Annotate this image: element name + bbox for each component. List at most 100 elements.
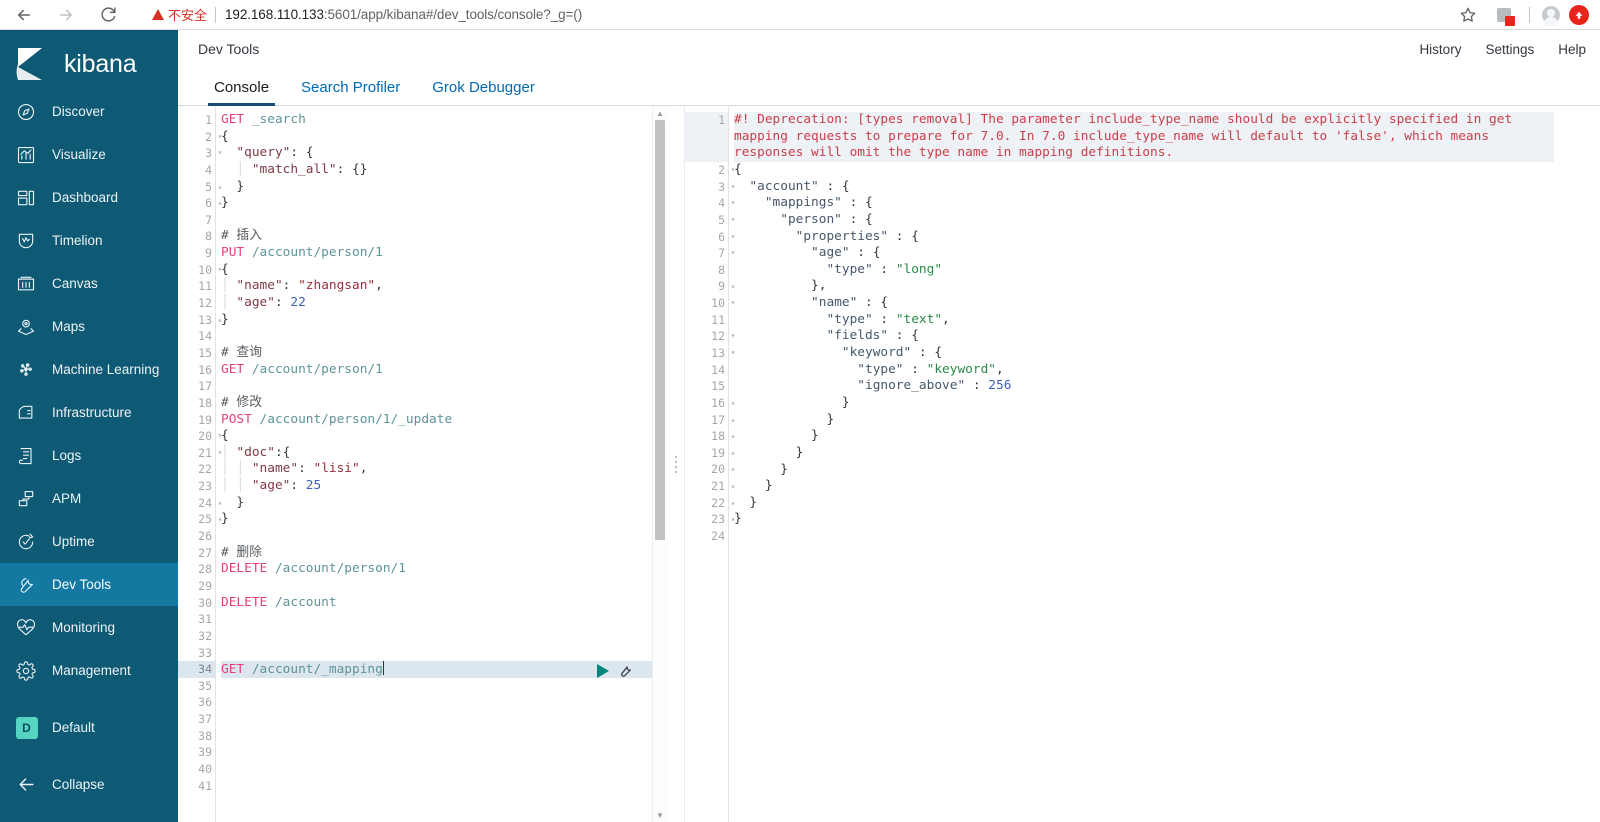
tab-search-profiler[interactable]: Search Profiler bbox=[285, 79, 416, 105]
code-line[interactable]: } bbox=[221, 495, 667, 512]
sidebar-item-logs[interactable]: Logs bbox=[0, 434, 178, 477]
editor-content[interactable]: GET _search{ "query": { │ "match_all": {… bbox=[216, 106, 667, 822]
code-line[interactable]: DELETE /account/person/1 bbox=[221, 561, 667, 578]
code-line[interactable] bbox=[221, 528, 667, 545]
code-line[interactable]: } bbox=[734, 445, 1600, 462]
code-line[interactable]: } bbox=[221, 312, 667, 329]
code-line[interactable] bbox=[221, 378, 667, 395]
response-viewer[interactable]: 1 2 ▾ 3 ▾ 4 ▾ 5 ▾ 6 ▾ 7 ▾ 8 9 ▴ 10 ▾ 11 12 ▾ 13 ▾ 14 15 16 ▴ 17 ▴ 18 ▴… bbox=[685, 106, 1600, 822]
back-arrow-icon[interactable] bbox=[10, 1, 38, 29]
sidebar-item-maps[interactable]: Maps bbox=[0, 305, 178, 348]
code-line[interactable]: # 插入 bbox=[221, 228, 667, 245]
sidebar-item-machine-learning[interactable]: Machine Learning bbox=[0, 348, 178, 391]
code-line[interactable]: "ignore_above" : 256 bbox=[734, 378, 1600, 395]
code-line[interactable]: } bbox=[734, 478, 1600, 495]
code-line[interactable]: GET _search bbox=[221, 112, 667, 129]
code-line[interactable]: } bbox=[221, 179, 667, 196]
code-line[interactable]: DELETE /account bbox=[221, 595, 667, 612]
code-line[interactable]: │ "match_all": {} bbox=[221, 162, 667, 179]
sidebar-item-timelion[interactable]: Timelion bbox=[0, 219, 178, 262]
sidebar-item-infrastructure[interactable]: Infrastructure bbox=[0, 391, 178, 434]
insecure-warning[interactable]: 不安全 bbox=[152, 5, 215, 24]
header-link-history[interactable]: History bbox=[1419, 42, 1461, 57]
code-line[interactable] bbox=[221, 744, 667, 761]
code-line[interactable]: } bbox=[734, 511, 1600, 528]
code-line[interactable]: # 修改 bbox=[221, 395, 667, 412]
code-line[interactable] bbox=[221, 694, 667, 711]
output-content[interactable]: #! Deprecation: [types removal] The para… bbox=[729, 106, 1600, 822]
code-line[interactable]: "keyword" : { bbox=[734, 345, 1600, 362]
code-line[interactable]: "type" : "keyword", bbox=[734, 362, 1600, 379]
code-line[interactable]: { bbox=[221, 428, 667, 445]
sidebar-item-dashboard[interactable]: Dashboard bbox=[0, 176, 178, 219]
code-line[interactable] bbox=[221, 678, 667, 695]
play-icon[interactable] bbox=[597, 663, 609, 678]
request-editor[interactable]: 1 2 ▾ 3 ▾ 4 5 ▴ 6 ▴ 7 8 9 10 ▾ 11 12 13 ▴ 14 15 16 17 18 19 20 ▾ 21… bbox=[178, 106, 667, 822]
code-line[interactable]: "name" : { bbox=[734, 295, 1600, 312]
code-line[interactable] bbox=[221, 628, 667, 645]
code-line[interactable] bbox=[221, 645, 667, 662]
code-line[interactable]: "type" : "long" bbox=[734, 262, 1600, 279]
code-line[interactable]: { bbox=[734, 162, 1600, 179]
kibana-logo[interactable]: kibana bbox=[0, 38, 178, 90]
code-line[interactable]: }, bbox=[734, 278, 1600, 295]
code-line[interactable]: { bbox=[221, 262, 667, 279]
code-line[interactable] bbox=[221, 761, 667, 778]
code-line[interactable]: POST /account/person/1/_update bbox=[221, 412, 667, 429]
code-line[interactable]: │ │ "name": "lisi", bbox=[221, 461, 667, 478]
sidebar-item-canvas[interactable]: Canvas bbox=[0, 262, 178, 305]
code-line[interactable] bbox=[734, 528, 1600, 545]
code-line[interactable]: } bbox=[221, 195, 667, 212]
sidebar-collapse-button[interactable]: Collapse bbox=[0, 763, 178, 806]
sidebar-item-dev-tools[interactable]: Dev Tools bbox=[0, 563, 178, 606]
code-line[interactable]: # 删除 bbox=[221, 545, 667, 562]
puzzle-icon[interactable] bbox=[1491, 2, 1517, 28]
avatar-icon[interactable] bbox=[1538, 2, 1564, 28]
code-line[interactable]: "account" : { bbox=[734, 179, 1600, 196]
code-line[interactable]: "mappings" : { bbox=[734, 195, 1600, 212]
code-line[interactable]: │ "doc":{ bbox=[221, 445, 667, 462]
forward-arrow-icon[interactable] bbox=[52, 1, 80, 29]
code-line[interactable]: GET /account/person/1 bbox=[221, 362, 667, 379]
code-line[interactable]: PUT /account/person/1 bbox=[221, 245, 667, 262]
code-line[interactable]: } bbox=[734, 462, 1600, 479]
code-line[interactable] bbox=[221, 328, 667, 345]
code-line[interactable]: } bbox=[734, 428, 1600, 445]
code-line[interactable] bbox=[221, 611, 667, 628]
reload-icon[interactable] bbox=[94, 1, 122, 29]
sidebar-item-discover[interactable]: Discover bbox=[0, 90, 178, 133]
code-line[interactable]: # 查询 bbox=[221, 345, 667, 362]
code-line[interactable] bbox=[221, 778, 667, 795]
code-line[interactable]: } bbox=[221, 511, 667, 528]
sidebar-item-apm[interactable]: APM bbox=[0, 477, 178, 520]
code-line[interactable]: } bbox=[734, 412, 1600, 429]
scroll-down-icon[interactable]: ▼ bbox=[653, 808, 667, 822]
code-line[interactable]: "properties" : { bbox=[734, 229, 1600, 246]
tab-console[interactable]: Console bbox=[198, 79, 285, 106]
editor-scrollbar[interactable]: ▲ ▼ bbox=[652, 106, 667, 822]
tab-grok-debugger[interactable]: Grok Debugger bbox=[416, 79, 551, 105]
scroll-up-icon[interactable]: ▲ bbox=[653, 106, 667, 120]
header-link-settings[interactable]: Settings bbox=[1485, 42, 1534, 57]
code-line[interactable] bbox=[221, 212, 667, 229]
star-icon[interactable] bbox=[1455, 2, 1481, 28]
code-line[interactable]: │ │ "age": 25 bbox=[221, 478, 667, 495]
code-line[interactable]: "query": { bbox=[221, 145, 667, 162]
sidebar-item-visualize[interactable]: Visualize bbox=[0, 133, 178, 176]
panel-splitter[interactable] bbox=[667, 106, 685, 822]
code-line[interactable]: } bbox=[734, 495, 1600, 512]
code-line[interactable]: "person" : { bbox=[734, 212, 1600, 229]
sidebar-item-default-space[interactable]: D Default bbox=[0, 706, 178, 749]
code-line[interactable]: │ "age": 22 bbox=[221, 295, 667, 312]
sidebar-item-management[interactable]: Management bbox=[0, 649, 178, 692]
sidebar-item-monitoring[interactable]: Monitoring bbox=[0, 606, 178, 649]
code-line[interactable]: │ "name": "zhangsan", bbox=[221, 278, 667, 295]
address-bar[interactable]: 不安全 192.168.110.133:5601/app/kibana#/dev… bbox=[140, 2, 1447, 27]
code-line[interactable]: "type" : "text", bbox=[734, 312, 1600, 329]
code-line[interactable]: "fields" : { bbox=[734, 328, 1600, 345]
header-link-help[interactable]: Help bbox=[1558, 42, 1586, 57]
wrench-icon[interactable] bbox=[618, 663, 633, 678]
code-line[interactable] bbox=[221, 578, 667, 595]
editor-scroll-thumb[interactable] bbox=[655, 120, 665, 540]
code-line[interactable]: { bbox=[221, 129, 667, 146]
